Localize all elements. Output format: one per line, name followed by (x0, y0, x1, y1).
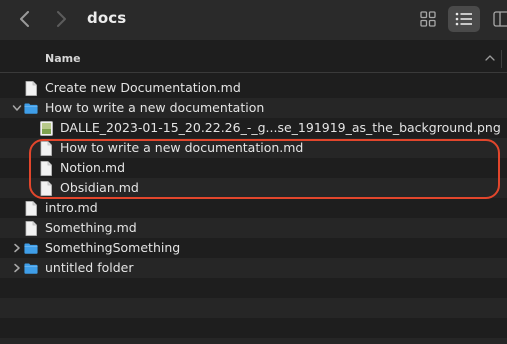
name-column-header[interactable]: Name (45, 52, 81, 65)
empty-row (0, 338, 507, 344)
file-name: intro.md (45, 200, 98, 215)
icon-view-button[interactable] (414, 6, 442, 32)
list-item[interactable]: Create new Documentation.md (0, 78, 507, 98)
empty-row (0, 278, 507, 298)
chevron-right-icon (57, 11, 66, 27)
list-item[interactable]: How to write a new documentation (0, 98, 507, 118)
image-file-icon (39, 120, 53, 136)
highlight-annotation (29, 139, 500, 199)
document-icon (24, 200, 38, 216)
list-item[interactable]: SomethingSomething (0, 238, 507, 258)
list-item[interactable]: untitled folder (0, 258, 507, 278)
folder-icon (24, 240, 38, 256)
chevron-up-icon (485, 55, 495, 61)
folder-name: How to write a new documentation (45, 100, 265, 115)
disclosure-expanded-icon[interactable] (11, 102, 23, 114)
chevron-left-icon (20, 11, 29, 27)
empty-row (0, 298, 507, 318)
document-icon (24, 80, 38, 96)
list-view-button[interactable] (448, 6, 480, 32)
list-header: Name (0, 46, 507, 73)
folder-icon (24, 100, 38, 116)
list-item[interactable]: Something.md (0, 218, 507, 238)
forward-button[interactable] (50, 8, 72, 30)
list-item[interactable]: DALLE_2023-01-15_20.22.26_-_g...se_19191… (0, 118, 507, 138)
finder-window: docs Name Create new Documentation.md Ho… (0, 0, 507, 344)
document-icon (24, 220, 38, 236)
window-title: docs (87, 9, 127, 27)
back-button[interactable] (14, 8, 36, 30)
file-list: Create new Documentation.md How to write… (0, 78, 507, 344)
file-name: DALLE_2023-01-15_20.22.26_-_g...se_19191… (60, 120, 501, 135)
toolbar: docs (0, 0, 507, 40)
list-icon (455, 12, 472, 26)
empty-row (0, 318, 507, 338)
folder-name: SomethingSomething (45, 240, 181, 255)
column-divider[interactable] (501, 50, 502, 68)
grid-icon (420, 11, 436, 27)
folder-icon (24, 260, 38, 276)
list-item[interactable]: intro.md (0, 198, 507, 218)
disclosure-collapsed-icon[interactable] (11, 262, 23, 274)
folder-name: untitled folder (45, 260, 134, 275)
columns-icon (493, 11, 507, 27)
disclosure-collapsed-icon[interactable] (11, 242, 23, 254)
column-view-button[interactable] (490, 6, 507, 32)
sort-indicator[interactable] (483, 51, 497, 65)
file-name: Create new Documentation.md (45, 80, 241, 95)
file-name: Something.md (45, 220, 137, 235)
